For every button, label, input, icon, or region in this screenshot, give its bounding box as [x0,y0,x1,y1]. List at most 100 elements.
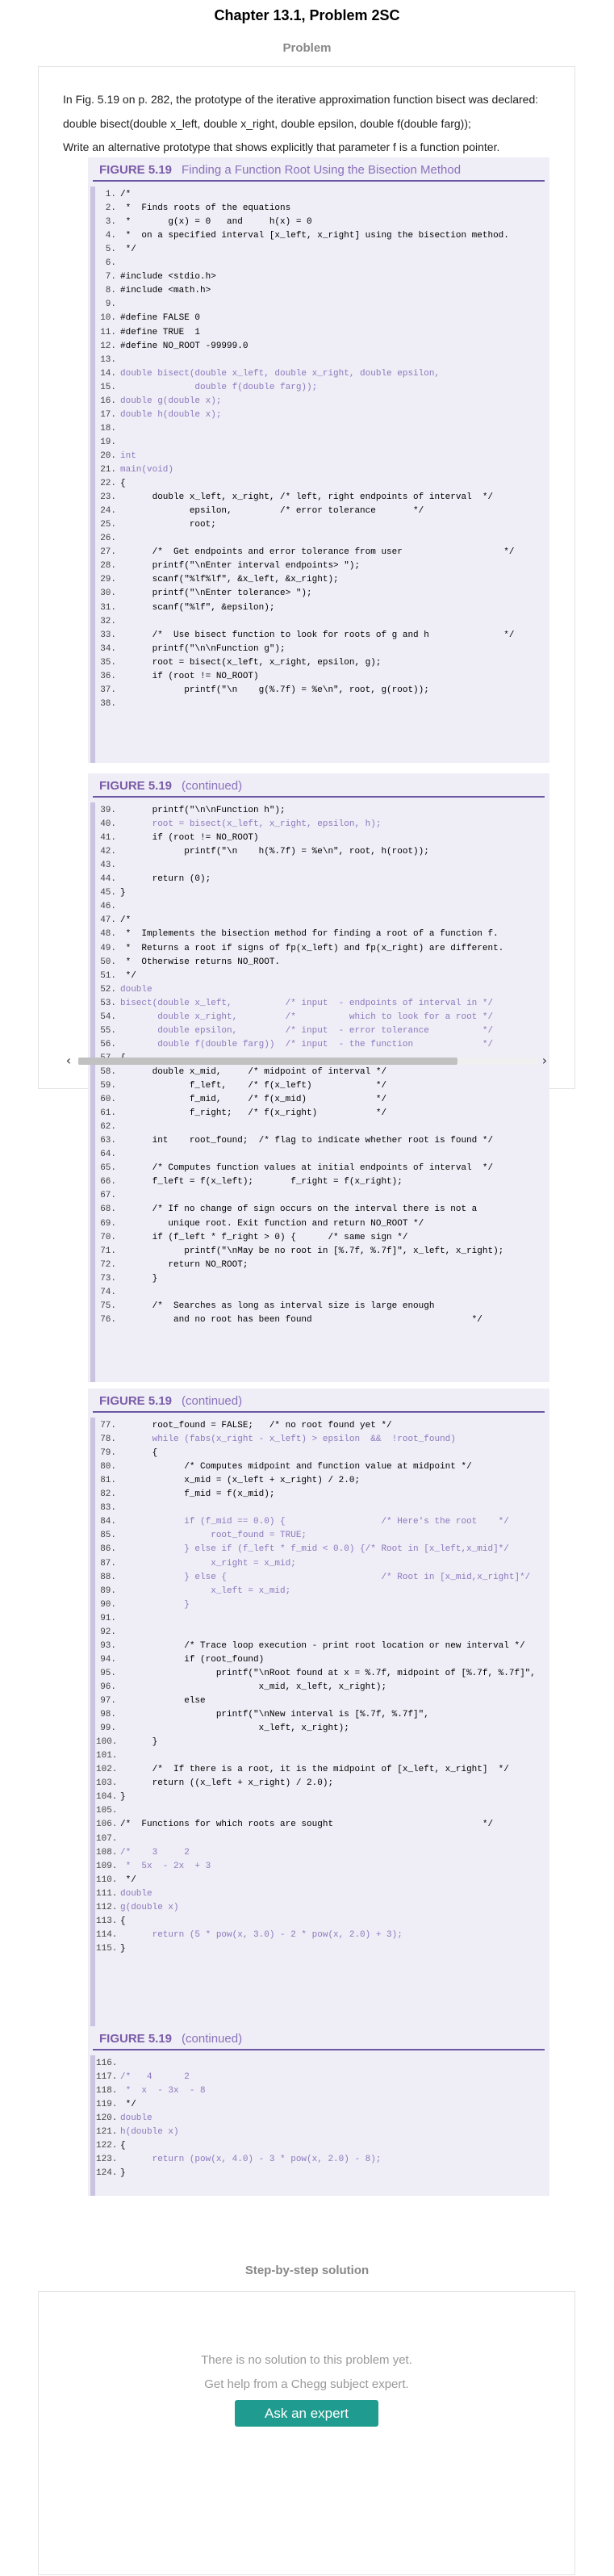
code-line: double f(double farg)) /* input - the fu… [120,1040,494,1049]
line-number: 81. [100,1476,116,1485]
code-line: * Finds roots of the equations [120,203,291,213]
code-line: #define FALSE 0 [120,313,201,323]
figure-divider [93,796,545,798]
line-number: 26. [100,534,116,543]
line-number: 48. [100,929,116,939]
line-number: 23. [100,492,116,502]
figure-title: FIGURE 5.19 (continued) [99,779,242,793]
line-number: 21. [100,465,116,475]
code-line: #define TRUE 1 [120,328,201,337]
line-number: 118. [96,2086,118,2096]
figure-subtitle: (continued) [182,2032,243,2046]
line-number: 77. [100,1421,116,1430]
code-line: x_mid = (x_left + x_right) / 2.0; [120,1476,361,1485]
line-number: 97. [100,1696,116,1706]
line-number: 27. [100,547,116,557]
figure-subtitle: (continued) [182,1394,243,1408]
line-number: 43. [100,861,116,870]
scroll-left-icon[interactable]: ‹ [62,1053,75,1069]
figure-subtitle: Finding a Function Root Using the Bisect… [182,163,462,177]
code-line: { [120,1448,158,1458]
code-line: printf("\nRoot found at x = %.7f, midpoi… [120,1669,536,1678]
figure-header: FIGURE 5.19 (continued) [88,773,549,798]
line-number: 94. [100,1655,116,1665]
line-number: 35. [100,658,116,668]
line-number: 84. [100,1517,116,1527]
line-number: 34. [100,644,116,654]
line-number: 16. [100,396,116,406]
line-number: 73. [100,1274,116,1284]
line-number: 101. [96,1751,118,1761]
code-line: unique root. Exit function and return NO… [120,1219,424,1229]
line-number: 51. [100,971,116,981]
line-number: 25. [100,520,116,530]
line-number: 24. [100,506,116,516]
code-line: double bisect(double x_left, double x_ri… [120,369,441,379]
problem-statement-line-2: double bisect(double x_left, double x_ri… [63,117,471,130]
code-line: */ [120,245,136,254]
line-number: 83. [100,1503,116,1513]
code-line: } else if (f_left * f_mid < 0.0) {/* Roo… [120,1544,509,1554]
line-number: 22. [100,479,116,488]
line-number: 76. [100,1315,116,1325]
gutter-bar [90,2055,95,2196]
code-line: } [120,1274,158,1284]
line-number: 87. [100,1559,116,1569]
line-number: 74. [100,1288,116,1297]
line-number: 47. [100,915,116,925]
line-number: 64. [100,1150,116,1159]
code-line: double [120,2113,152,2123]
line-number: 112. [96,1903,118,1912]
code-line: double [120,1889,152,1899]
line-number: 13. [100,355,116,365]
code-line: f_left = f(x_left); f_right = f(x_right)… [120,1177,403,1187]
figure-divider [93,2049,545,2050]
line-number: 103. [96,1778,118,1788]
code-line: f_left, /* f(x_left) */ [120,1081,387,1091]
code-line: scanf("%lf%lf", &x_left, &x_right); [120,575,339,584]
code-line: x_left, x_right); [120,1724,349,1733]
line-number: 109. [96,1862,118,1871]
line-number: 99. [100,1724,116,1733]
line-number: 107. [96,1834,118,1844]
line-number: 79. [100,1448,116,1458]
code-line: /* Computes function values at initial e… [120,1163,494,1173]
code-line: * Returns a root if signs of fp(x_left) … [120,944,504,953]
line-number: 14. [100,369,116,379]
line-number: 5. [105,245,116,254]
line-number: 69. [100,1219,116,1229]
code-line: #define NO_ROOT -99999.0 [120,341,249,351]
code-line: else [120,1696,206,1706]
line-number: 12. [100,341,116,351]
code-line: printf("\n g(%.7f) = %e\n", root, g(root… [120,685,429,695]
horizontal-scrollbar[interactable]: ‹ › [38,1053,575,1069]
code-line: } [120,1737,158,1747]
code-line: f_right; /* f(x_right) */ [120,1108,387,1118]
scrollbar-thumb[interactable] [78,1058,457,1065]
line-number: 85. [100,1531,116,1540]
code-line: double [120,985,152,995]
code-line: f_mid = f(x_mid); [120,1489,275,1499]
code-line: printf("\nEnter interval endpoints> "); [120,561,361,571]
line-number: 2. [105,203,116,213]
code-line: root_found = FALSE; /* no root found yet… [120,1421,392,1430]
code-line: */ [120,1875,136,1885]
line-number: 104. [96,1792,118,1802]
figure-title: FIGURE 5.19 (continued) [99,1394,242,1408]
problem-statement-line-1: In Fig. 5.19 on p. 282, the prototype of… [63,93,539,106]
code-line: root = bisect(x_left, x_right, epsilon, … [120,819,382,829]
line-number: 78. [100,1435,116,1444]
scrollbar-track[interactable] [78,1058,538,1065]
line-number: 65. [100,1163,116,1173]
code-line: double epsilon, /* input - error toleran… [120,1026,494,1036]
code-line: * Implements the bisection method for fi… [120,929,499,939]
ask-an-expert-button[interactable]: Ask an expert [235,2400,378,2427]
code-line: while (fabs(x_right - x_left) > epsilon … [120,1435,456,1444]
line-number: 93. [100,1641,116,1651]
scroll-right-icon[interactable]: › [538,1053,551,1069]
figure-divider [93,180,545,182]
line-number: 124. [96,2168,118,2178]
code-line: } [120,2168,126,2178]
line-number: 17. [100,410,116,420]
code-line: scanf("%lf", &epsilon); [120,603,275,613]
